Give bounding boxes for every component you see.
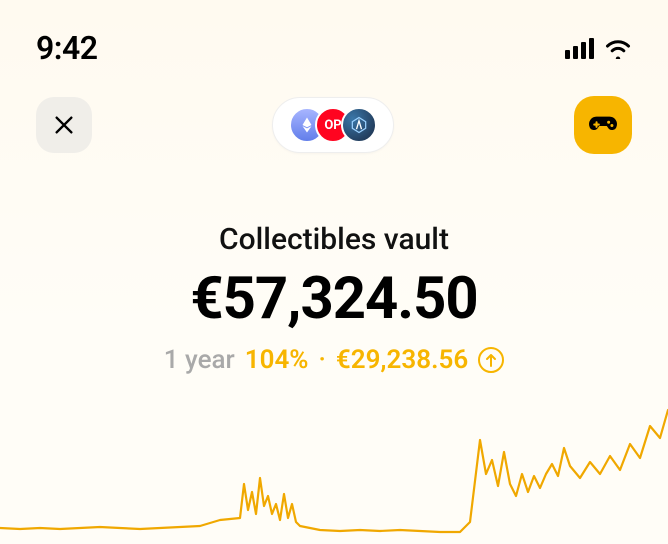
- status-right: [565, 37, 632, 59]
- stat-percent: 104%: [245, 345, 309, 375]
- arbitrum-icon: [341, 107, 377, 143]
- stat-period: 1 year: [164, 345, 235, 375]
- vault-title: Collectibles vault: [0, 222, 668, 257]
- close-icon: [53, 114, 75, 136]
- stat-gain: €29,238.56: [336, 345, 468, 375]
- gamepad-icon: [588, 113, 618, 137]
- close-button[interactable]: [36, 97, 92, 153]
- sparkline-chart: [0, 374, 668, 544]
- trend-up-icon: [478, 347, 504, 373]
- stat-separator: ·: [319, 345, 326, 375]
- wifi-icon: [604, 37, 632, 59]
- vault-summary: Collectibles vault €57,324.50 1 year 104…: [0, 222, 668, 375]
- games-button[interactable]: [574, 96, 632, 154]
- status-bar: 9:42: [0, 0, 668, 72]
- vault-amount: €57,324.50: [0, 265, 668, 333]
- status-time: 9:42: [36, 29, 98, 67]
- chain-selector[interactable]: OP: [272, 97, 394, 153]
- header: OP: [0, 72, 668, 154]
- cellular-signal-icon: [565, 37, 594, 59]
- vault-stats: 1 year 104% · €29,238.56: [0, 345, 668, 375]
